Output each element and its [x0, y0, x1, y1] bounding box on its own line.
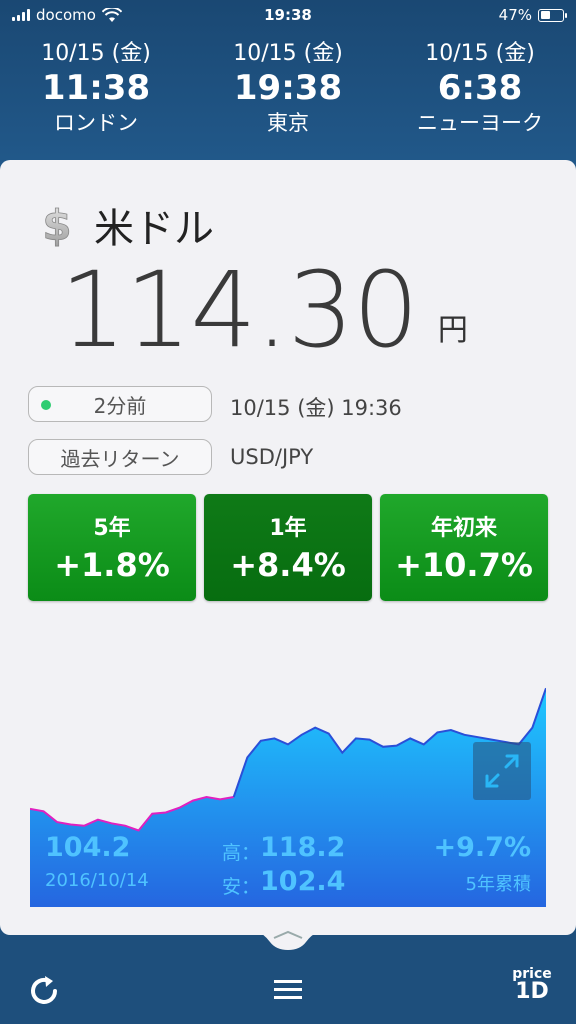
clock-city: ニューヨーク: [417, 111, 543, 135]
range-toggle-button[interactable]: price 1D: [510, 967, 554, 1003]
price-chart-svg: [30, 687, 546, 907]
world-clocks: 10/15 (金) 11:38 ロンドン 10/15 (金) 19:38 東京 …: [0, 40, 576, 138]
price-unit: 円: [437, 313, 468, 348]
clock-date: 10/15 (金): [233, 41, 343, 66]
returns-buttons: 5年 +1.8% 1年 +8.4% 年初来 +10.7%: [28, 494, 548, 601]
return-ytd-button[interactable]: 年初来 +10.7%: [380, 494, 548, 601]
clock-time: 6:38: [437, 68, 523, 108]
past-returns-pill: 過去リターン: [28, 439, 212, 475]
current-price: 114.30: [60, 249, 419, 371]
chart-low-label: 安：: [222, 876, 261, 898]
svg-text:$: $: [42, 202, 71, 248]
return-period: 年初来: [430, 516, 497, 541]
expand-chart-button[interactable]: [473, 742, 531, 800]
return-value: +8.4%: [230, 546, 346, 584]
currency-pair: USD/JPY: [230, 445, 314, 469]
battery-icon: [538, 8, 567, 22]
currency-card: $ 米ドル 114.30 円 2分前 10/15 (金) 19:36 過去リター…: [0, 160, 576, 935]
return-value: +1.8%: [54, 546, 170, 584]
clock-date: 10/15 (金): [425, 41, 535, 66]
past-returns-label: 過去リターン: [60, 446, 180, 471]
price-chart[interactable]: 104.2 2016/10/14 高： 118.2 安： 102.4 +9.7%…: [30, 620, 546, 907]
status-time: 19:38: [264, 6, 312, 24]
battery-percent: 47%: [498, 6, 532, 24]
clock-time: 11:38: [41, 68, 151, 108]
status-bar: docomo 19:38 47%: [0, 0, 576, 30]
clock-date: 10/15 (金): [41, 41, 151, 66]
clock-tokyo[interactable]: 10/15 (金) 19:38 東京: [192, 40, 384, 138]
return-1y-button[interactable]: 1年 +8.4%: [204, 494, 372, 601]
range-label: 1D: [515, 979, 549, 1004]
return-period: 1年: [269, 516, 307, 541]
chart-cumulative-value: +9.7%: [433, 832, 531, 863]
chart-start-date: 2016/10/14: [45, 870, 149, 891]
updated-ago: 2分前: [93, 393, 147, 418]
clock-newyork[interactable]: 10/15 (金) 6:38 ニューヨーク: [384, 40, 576, 138]
chart-low-value: 102.4: [260, 866, 346, 897]
clock-city: 東京: [267, 111, 309, 135]
chart-high-label: 高：: [222, 842, 261, 864]
clock-london[interactable]: 10/15 (金) 11:38 ロンドン: [0, 40, 192, 138]
chart-high-value: 118.2: [260, 832, 346, 863]
updated-pill: 2分前: [28, 386, 212, 422]
refresh-icon[interactable]: [26, 973, 62, 1009]
return-period: 5年: [93, 516, 131, 541]
chart-cumulative-label: 5年累積: [465, 874, 531, 895]
dollar-icon: $: [42, 202, 72, 248]
bottom-toolbar: price 1D: [0, 955, 576, 1024]
pull-tab[interactable]: [240, 928, 336, 950]
updated-timestamp: 10/15 (金) 19:36: [230, 396, 402, 420]
chart-start-value: 104.2: [45, 832, 131, 863]
clock-city: ロンドン: [54, 111, 138, 135]
return-value: +10.7%: [395, 546, 533, 584]
return-5y-button[interactable]: 5年 +1.8%: [28, 494, 196, 601]
menu-icon[interactable]: [272, 975, 304, 1003]
clock-time: 19:38: [233, 68, 343, 108]
currency-name: 米ドル: [94, 206, 214, 252]
live-dot: [41, 400, 51, 410]
expand-icon: [485, 754, 519, 788]
